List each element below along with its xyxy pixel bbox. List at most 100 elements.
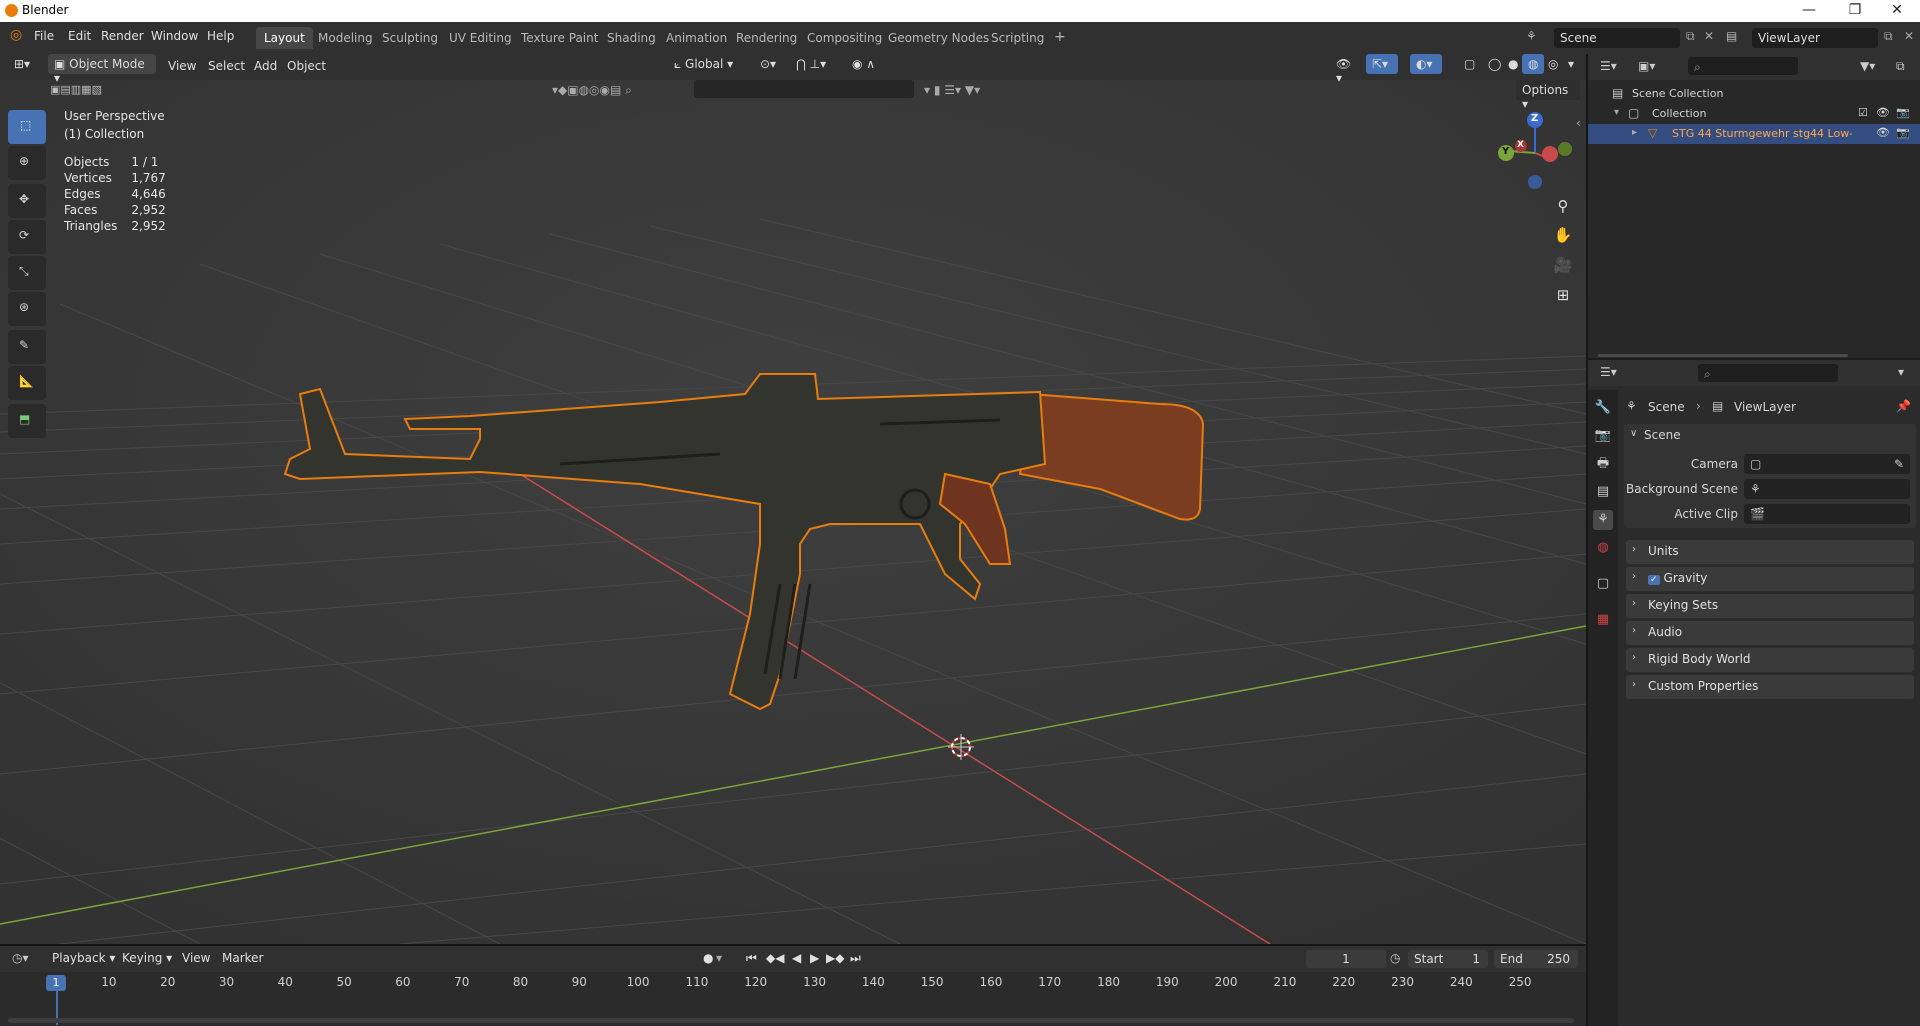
menu-edit[interactable]: Edit [68, 29, 91, 43]
record-options-icon[interactable]: ▾ [716, 951, 722, 965]
keying-sets-panel[interactable]: › Keying Sets [1626, 594, 1914, 618]
menu-file[interactable]: File [34, 29, 54, 43]
menu-select[interactable]: Select [208, 59, 245, 73]
filter-options-icons[interactable]: ▾ ▮ ☰▾ ▼▾ [918, 80, 1018, 100]
tab-scripting[interactable]: Scripting [983, 27, 1052, 49]
gizmo-toggle-icon[interactable]: ⇱▾ [1366, 54, 1398, 74]
delete-viewlayer-icon[interactable]: ✕ [1904, 29, 1914, 43]
blender-menu-icon[interactable]: ◎ [10, 27, 22, 43]
tab-sculpting[interactable]: Sculpting [374, 27, 446, 49]
mode-selector[interactable]: ▣ Object Mode ▾ [48, 54, 156, 85]
cursor-tool[interactable]: ⊕ [8, 146, 46, 180]
end-frame-field[interactable]: End 250 [1494, 950, 1578, 968]
snap-icon[interactable]: ⋂ ⊥▾ [790, 54, 840, 74]
tab-animation[interactable]: Animation [658, 27, 735, 49]
eyedropper-icon[interactable]: ✎ [1894, 457, 1904, 471]
timeline-editor-type-icon[interactable]: ◷▾ [12, 951, 29, 965]
menu-add[interactable]: Add [254, 59, 277, 73]
restore-button[interactable]: ❐ [1832, 0, 1878, 22]
transform-orientation-selector[interactable]: ⟀ Global ▾ [668, 54, 748, 74]
collection-tab-icon[interactable]: ▢ [1593, 574, 1613, 594]
play-icon[interactable]: ▶ [810, 951, 819, 965]
sidebar-toggle-icon[interactable]: ‹ [1576, 116, 1581, 130]
filter-visibility-icons[interactable]: ▾◆▣◍◎◉▤ ⌕ [546, 80, 686, 100]
shading-options-icon[interactable]: ▾ [1562, 54, 1582, 74]
menu-view[interactable]: View [182, 951, 210, 965]
visibility-selector-icon[interactable]: 👁▾ [1330, 54, 1362, 85]
menu-window[interactable]: Window [151, 29, 198, 43]
toggle-ortho-grid-icon[interactable]: ⊞ [1549, 281, 1577, 309]
outliner-filter-icon[interactable]: ▼▾ [1860, 59, 1875, 73]
tab-rendering[interactable]: Rendering [728, 27, 805, 49]
new-collection-icon[interactable]: ⧉ [1896, 59, 1905, 74]
delete-scene-icon[interactable]: ✕ [1704, 29, 1714, 43]
scene-panel-title[interactable]: Scene [1644, 428, 1681, 442]
proportional-editing-icon[interactable]: ◉ ∧ [846, 54, 886, 74]
tab-texture-paint[interactable]: Texture Paint [513, 27, 606, 49]
new-viewlayer-icon[interactable]: ⧉ [1884, 29, 1893, 44]
start-frame-field[interactable]: Start 1 [1408, 950, 1488, 968]
audio-panel[interactable]: › Audio [1626, 621, 1914, 645]
render-camera-icon[interactable]: 📷 [1896, 126, 1910, 139]
new-scene-icon[interactable]: ⧉ [1686, 29, 1695, 44]
tab-geometry-nodes[interactable]: Geometry Nodes [880, 27, 997, 49]
options-button[interactable]: Options ▾ [1516, 80, 1580, 111]
menu-render[interactable]: Render [101, 29, 144, 43]
menu-help[interactable]: Help [207, 29, 234, 43]
units-panel[interactable]: › Units [1626, 540, 1914, 564]
tab-uv-editing[interactable]: UV Editing [441, 27, 520, 49]
prev-keyframe-icon[interactable]: ◆◀ [766, 951, 784, 965]
output-tab-icon[interactable]: 🖶 [1593, 454, 1613, 474]
select-box-mode-icon[interactable]: ▣▤▥▦▧ [44, 80, 140, 100]
current-frame-field[interactable]: 1 [1306, 950, 1386, 968]
render-camera-icon[interactable]: 📷 [1896, 106, 1910, 119]
shading-wireframe-icon[interactable]: ◯ [1482, 54, 1504, 74]
menu-view[interactable]: View [168, 59, 196, 73]
outliner-editor-type-icon[interactable]: ☰▾ [1600, 59, 1617, 73]
transform-tool[interactable]: ⊛ [8, 292, 46, 326]
properties-editor-type-icon[interactable]: ☰▾ [1600, 365, 1617, 379]
texture-tab-icon[interactable]: ▦ [1593, 610, 1613, 630]
rotate-tool[interactable]: ⟳ [8, 220, 46, 254]
scene-tab-icon[interactable]: ⚘ [1593, 510, 1613, 530]
outliner-row-collection[interactable]: ▾ ▢ Collection ☑ 👁 📷 [1588, 104, 1920, 124]
menu-playback[interactable]: Playback ▾ [52, 951, 115, 965]
scale-tool[interactable]: ⤡ [8, 256, 46, 290]
timeline-area[interactable]: 10 20 30 40 50 60 70 80 90 100 110 120 130 140 150 160 1… [0, 972, 1586, 1026]
play-reverse-icon[interactable]: ◀ [792, 951, 801, 965]
overlay-toggle-icon[interactable]: ◐▾ [1410, 54, 1442, 74]
selection-mode-buttons[interactable]: ▣▤▥▦▧ [44, 80, 140, 100]
camera-field[interactable]: ▢ ✎ [1744, 454, 1910, 474]
select-box-tool[interactable]: ⬚ [8, 110, 46, 144]
active-clip-field[interactable]: 🎬 [1744, 504, 1910, 524]
move-tool[interactable]: ✥ [8, 184, 46, 218]
scene-selector[interactable]: Scene [1554, 28, 1680, 48]
tab-compositing[interactable]: Compositing [799, 27, 890, 49]
expand-arrow-icon[interactable]: ▸ [1632, 127, 1637, 138]
add-cube-tool[interactable]: ⬒ [8, 404, 46, 438]
add-workspace-button[interactable]: + [1046, 25, 1074, 47]
properties-options-icon[interactable]: ▾ [1898, 365, 1904, 379]
tab-shading[interactable]: Shading [599, 27, 664, 49]
tab-modeling[interactable]: Modeling [310, 27, 381, 49]
pan-hand-icon[interactable]: ✋ [1549, 221, 1577, 249]
clock-icon[interactable]: ◷ [1390, 951, 1400, 965]
close-button[interactable]: ✕ [1874, 0, 1920, 22]
pivot-point-icon[interactable]: ⊙▾ [754, 54, 784, 74]
gravity-checkbox[interactable]: ✓ [1648, 575, 1660, 585]
jump-start-icon[interactable]: ⏮ [746, 951, 757, 966]
display-mode-icon[interactable]: ▣▾ [1638, 59, 1655, 73]
shading-material-icon[interactable]: ◍ [1522, 54, 1544, 74]
playhead-frame-indicator[interactable]: 1 [46, 975, 66, 991]
camera-view-icon[interactable]: 🎥 [1549, 251, 1577, 279]
render-tab-icon[interactable]: 📷 [1593, 426, 1613, 446]
gravity-panel[interactable]: › ✓ Gravity [1626, 567, 1914, 591]
properties-search-input[interactable]: ⌕ [1698, 364, 1838, 382]
zoom-icon[interactable]: ⚲ [1549, 192, 1577, 220]
world-tab-icon[interactable]: ◍ [1593, 538, 1613, 558]
background-scene-field[interactable]: ⚘ [1744, 479, 1910, 499]
expand-arrow-icon[interactable]: ▾ [1614, 107, 1619, 118]
chevron-down-icon[interactable]: ∨ [1630, 428, 1637, 439]
timeline-scrollbar[interactable] [8, 1018, 1574, 1023]
hide-eye-icon[interactable]: 👁 [1876, 126, 1890, 139]
